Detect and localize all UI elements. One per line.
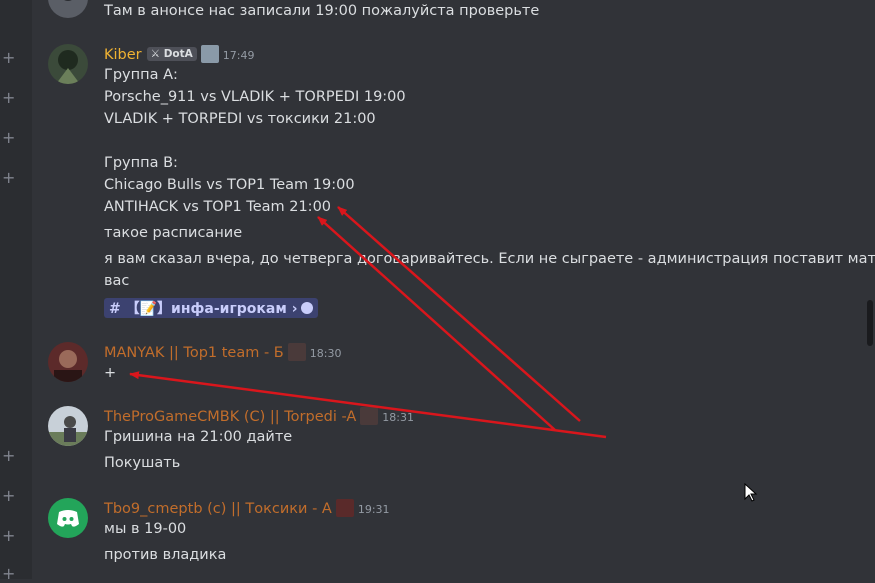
scrollbar-thumb[interactable] (867, 300, 873, 346)
arrow (337, 206, 581, 422)
arrow (129, 371, 607, 439)
mouse-cursor-icon (744, 483, 758, 502)
arrow (317, 216, 556, 431)
